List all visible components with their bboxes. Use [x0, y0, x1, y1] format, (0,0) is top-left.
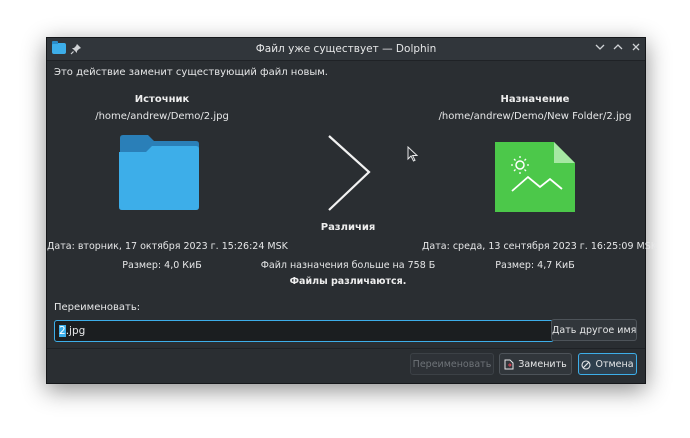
chevron-up-icon [613, 44, 623, 50]
source-heading: Источник [134, 94, 190, 105]
source-path: /home/andrew/Demo/2.jpg [95, 111, 229, 122]
cancel-button-label: Отмена [595, 359, 634, 370]
rename-input-rest: .jpg [65, 325, 86, 337]
chevron-down-icon [595, 44, 605, 50]
differences-heading: Различия [320, 222, 376, 233]
mouse-cursor-icon [407, 146, 419, 162]
source-date: Дата: вторник, 17 октября 2023 г. 15:26:… [47, 241, 288, 252]
destination-size: Размер: 4,7 КиБ [495, 260, 575, 271]
replace-button-label: Заменить [518, 359, 567, 370]
description-text: Это действие заменит существующий файл н… [54, 67, 328, 78]
cancel-button[interactable]: Отмена [578, 353, 637, 375]
size-difference-text: Файл назначения больше на 758 Б [260, 260, 436, 271]
rename-button[interactable]: Переименовать [410, 353, 494, 375]
destination-date: Дата: среда, 13 сентября 2023 г. 16:25:0… [422, 241, 657, 252]
image-file-icon [495, 142, 575, 212]
destination-heading: Назначение [500, 94, 570, 105]
close-icon [632, 43, 640, 51]
titlebar[interactable]: Файл уже существует — Dolphin [47, 38, 645, 61]
window-title: Файл уже существует — Dolphin [255, 43, 437, 55]
minimize-button[interactable] [591, 40, 609, 58]
rename-input[interactable]: 2.jpg [54, 320, 554, 342]
replace-file-icon [504, 359, 514, 370]
divider [47, 348, 645, 349]
rename-input-selection: 2 [59, 325, 66, 337]
chevron-right-icon [328, 135, 371, 211]
cancel-icon [581, 359, 592, 370]
close-button[interactable] [627, 40, 645, 58]
source-size: Размер: 4,0 КиБ [122, 260, 202, 271]
dialog-window: Файл уже существует — Dolphin Это действ… [46, 37, 657, 384]
folder-icon [119, 135, 199, 210]
files-differ-text: Файлы различаются. [289, 276, 407, 287]
destination-path: /home/andrew/Demo/New Folder/2.jpg [438, 111, 632, 122]
rename-label: Переименовать: [54, 302, 141, 313]
suggest-new-name-button[interactable]: Дать другое имя [551, 319, 637, 341]
maximize-button[interactable] [609, 40, 627, 58]
replace-button[interactable]: Заменить [499, 353, 572, 375]
